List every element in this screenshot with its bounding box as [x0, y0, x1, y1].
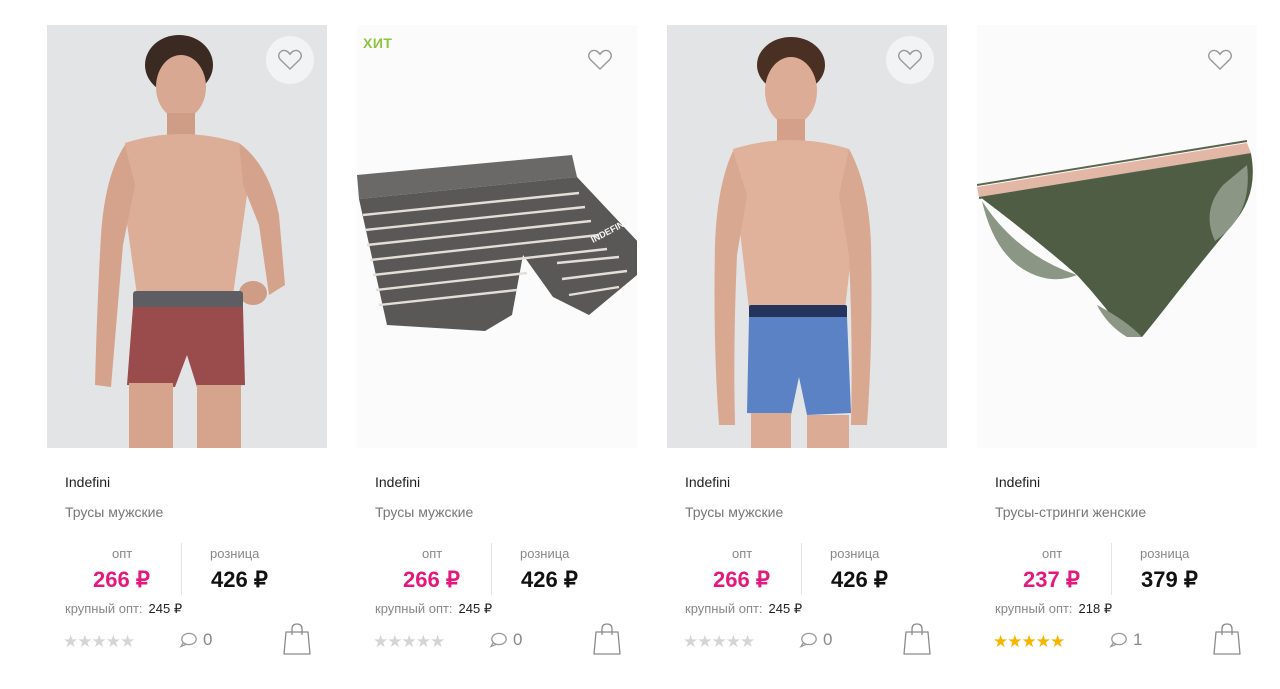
man-blue-briefs-illustration	[667, 25, 947, 448]
opt-price-label: опт	[732, 546, 753, 561]
product-name[interactable]: Трусы мужские	[685, 504, 783, 520]
product-image[interactable]: INDEFINI	[357, 25, 637, 448]
product-image[interactable]	[977, 25, 1257, 448]
product-brand[interactable]: Indefini	[995, 474, 1040, 490]
opt-price-label: опт	[1042, 546, 1063, 561]
shopping-bag-icon	[593, 623, 621, 655]
shopping-bag-icon	[903, 623, 931, 655]
heart-icon	[1208, 49, 1232, 70]
bulk-price-label: крупный опт:	[65, 601, 143, 616]
bulk-price: 245 ₽	[458, 601, 493, 616]
opt-price: 266 ₽	[93, 567, 150, 592]
comments-count: 1	[1133, 630, 1143, 649]
retail-price: 379 ₽	[1141, 567, 1198, 592]
comment-icon	[179, 632, 197, 648]
shopping-bag-icon	[283, 623, 311, 655]
bulk-price: 245 ₽	[148, 601, 183, 616]
add-to-cart-button[interactable]	[592, 622, 622, 656]
comment-icon	[489, 632, 507, 648]
retail-price-label: розница	[830, 546, 880, 561]
opt-price-label: опт	[422, 546, 443, 561]
retail-price-label: розница	[520, 546, 570, 561]
opt-price: 266 ₽	[403, 567, 460, 592]
shopping-bag-icon	[1213, 623, 1241, 655]
comments-count: 0	[203, 630, 213, 649]
comments-count: 0	[823, 630, 833, 649]
bulk-price-label: крупный опт:	[375, 601, 453, 616]
product-brand[interactable]: Indefini	[375, 474, 420, 490]
hit-badge: ХИТ	[363, 35, 393, 51]
bulk-price-row: крупный опт: 245 ₽	[65, 601, 182, 617]
bulk-price-row: крупный опт: 245 ₽	[685, 601, 802, 617]
comments-link[interactable]: 1	[1109, 630, 1142, 650]
product-name[interactable]: Трусы-стринги женские	[995, 504, 1146, 520]
comment-icon	[1109, 632, 1127, 648]
price-divider	[1111, 543, 1112, 595]
retail-price: 426 ₽	[831, 567, 888, 592]
green-lace-thong-illustration	[977, 25, 1257, 448]
rating-stars[interactable]: ★★★★★	[63, 632, 135, 652]
man-red-briefs-illustration	[47, 25, 327, 448]
product-brand[interactable]: Indefini	[65, 474, 110, 490]
rating-stars[interactable]: ★★★★★	[993, 632, 1065, 652]
favorite-button[interactable]	[886, 36, 934, 84]
comments-link[interactable]: 0	[179, 630, 212, 650]
retail-price: 426 ₽	[211, 567, 268, 592]
comments-count: 0	[513, 630, 523, 649]
product-image[interactable]	[667, 25, 947, 448]
comments-link[interactable]: 0	[799, 630, 832, 650]
retail-price: 426 ₽	[521, 567, 578, 592]
product-name[interactable]: Трусы мужские	[65, 504, 163, 520]
favorite-button[interactable]	[1196, 36, 1244, 84]
price-divider	[491, 543, 492, 595]
rating-stars[interactable]: ★★★★★	[683, 632, 755, 652]
price-divider	[801, 543, 802, 595]
bulk-price-label: крупный опт:	[685, 601, 763, 616]
retail-price-label: розница	[210, 546, 260, 561]
bulk-price-row: крупный опт: 218 ₽	[995, 601, 1112, 617]
comment-icon	[799, 632, 817, 648]
bulk-price-label: крупный опт:	[995, 601, 1073, 616]
heart-icon	[278, 49, 302, 70]
product-card[interactable]: Indefini Трусы-стринги женские опт 237 ₽…	[967, 0, 1267, 689]
bulk-price-row: крупный опт: 245 ₽	[375, 601, 492, 617]
product-brand[interactable]: Indefini	[685, 474, 730, 490]
heart-icon	[898, 49, 922, 70]
add-to-cart-button[interactable]	[1212, 622, 1242, 656]
price-divider	[181, 543, 182, 595]
add-to-cart-button[interactable]	[282, 622, 312, 656]
product-image[interactable]	[47, 25, 327, 448]
product-name[interactable]: Трусы мужские	[375, 504, 473, 520]
comments-link[interactable]: 0	[489, 630, 522, 650]
opt-price: 266 ₽	[713, 567, 770, 592]
retail-price-label: розница	[1140, 546, 1190, 561]
heart-icon	[588, 49, 612, 70]
bulk-price: 245 ₽	[768, 601, 803, 616]
favorite-button[interactable]	[266, 36, 314, 84]
product-card[interactable]: Indefini Трусы мужские опт 266 ₽ розница…	[657, 0, 957, 689]
rating-stars[interactable]: ★★★★★	[373, 632, 445, 652]
opt-price: 237 ₽	[1023, 567, 1080, 592]
add-to-cart-button[interactable]	[902, 622, 932, 656]
product-card[interactable]: INDEFINI ХИТ Indefini Трусы мужские опт …	[347, 0, 647, 689]
product-card[interactable]: Indefini Трусы мужские опт 266 ₽ розница…	[37, 0, 337, 689]
favorite-button[interactable]	[576, 36, 624, 84]
opt-price-label: опт	[112, 546, 133, 561]
bulk-price: 218 ₽	[1078, 601, 1113, 616]
grey-striped-briefs-illustration: INDEFINI	[357, 25, 637, 448]
